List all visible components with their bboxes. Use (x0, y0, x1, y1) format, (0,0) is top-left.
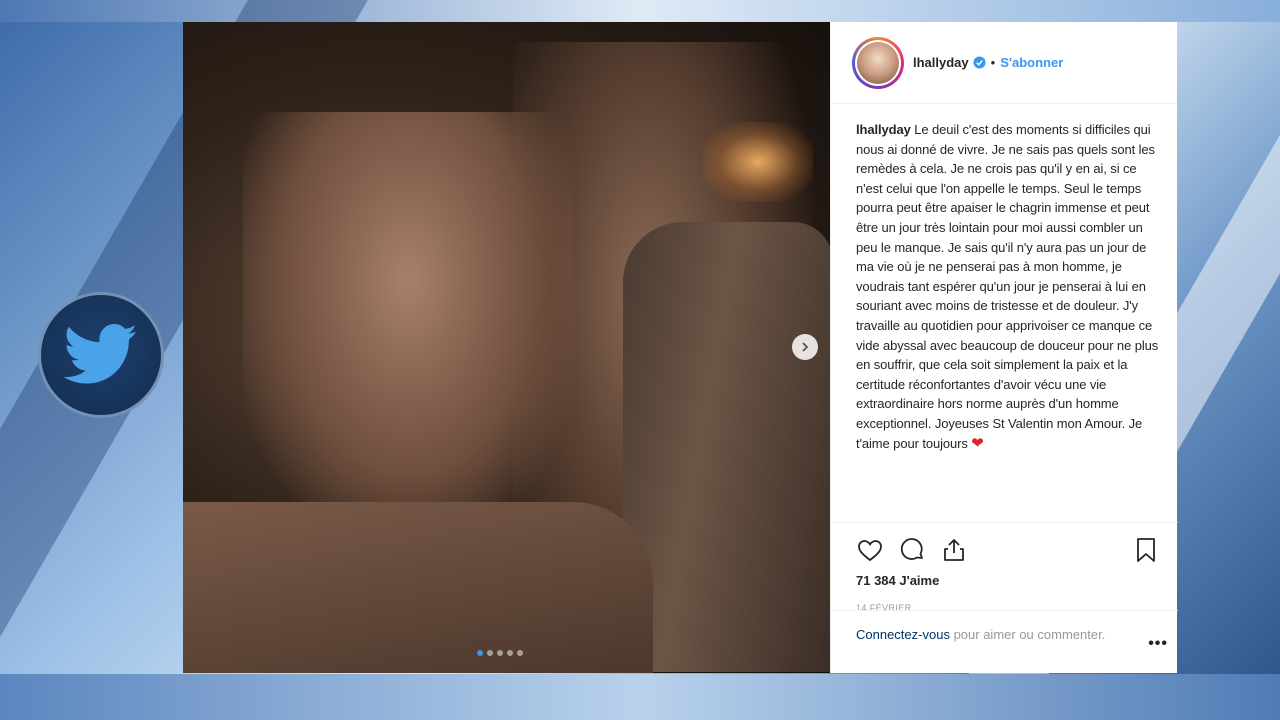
login-link[interactable]: Connectez-vous (856, 627, 950, 642)
comment-icon (900, 538, 923, 560)
follow-button[interactable]: S'abonner (1000, 55, 1063, 70)
more-options-button[interactable]: ••• (1148, 634, 1168, 654)
twitter-icon (63, 324, 137, 384)
photo-man-area (243, 112, 573, 532)
photo-arm (183, 502, 653, 673)
avatar[interactable] (852, 36, 904, 89)
caption-emoji: ❤ (971, 434, 984, 452)
chevron-right-icon (802, 342, 809, 352)
twitter-badge (38, 292, 164, 418)
carousel-dot (497, 650, 503, 656)
background-bottom (0, 674, 1280, 720)
post-header: lhallyday • S'abonner (831, 22, 1177, 104)
post-sidebar: lhallyday • S'abonner lhallyday Le deuil… (830, 22, 1178, 673)
carousel-dots (477, 650, 523, 656)
like-button[interactable] (856, 536, 884, 564)
verified-icon (973, 56, 986, 69)
photo-background-lights (703, 122, 813, 202)
caption-text: Le deuil c'est des moments si difficiles… (856, 122, 1159, 451)
carousel-next-button[interactable] (792, 334, 818, 360)
carousel-dot (517, 650, 523, 656)
instagram-post: lhallyday • S'abonner lhallyday Le deuil… (183, 22, 1178, 673)
username[interactable]: lhallyday (913, 55, 969, 70)
separator: • (990, 55, 996, 70)
share-button[interactable] (940, 536, 968, 564)
likes-count[interactable]: 71 384 J'aime (856, 573, 1178, 588)
post-caption: lhallyday Le deuil c'est des moments si … (831, 104, 1177, 517)
carousel-dot (507, 650, 513, 656)
comment-button[interactable] (898, 536, 926, 564)
heart-icon (858, 540, 882, 562)
background-top (0, 0, 1280, 22)
login-text: pour aimer ou commenter. (949, 627, 1106, 642)
post-photo (183, 22, 830, 673)
post-actions: 71 384 J'aime 14 FÉVRIER (831, 522, 1178, 613)
share-icon (944, 539, 964, 561)
caption-username[interactable]: lhallyday (856, 122, 911, 137)
carousel-dot (487, 650, 493, 656)
bookmark-icon (1137, 538, 1155, 562)
save-button[interactable] (1132, 536, 1160, 564)
photo-blanket (623, 222, 830, 672)
carousel-dot (477, 650, 483, 656)
login-prompt: Connectez-vous pour aimer ou commenter. … (831, 610, 1178, 673)
